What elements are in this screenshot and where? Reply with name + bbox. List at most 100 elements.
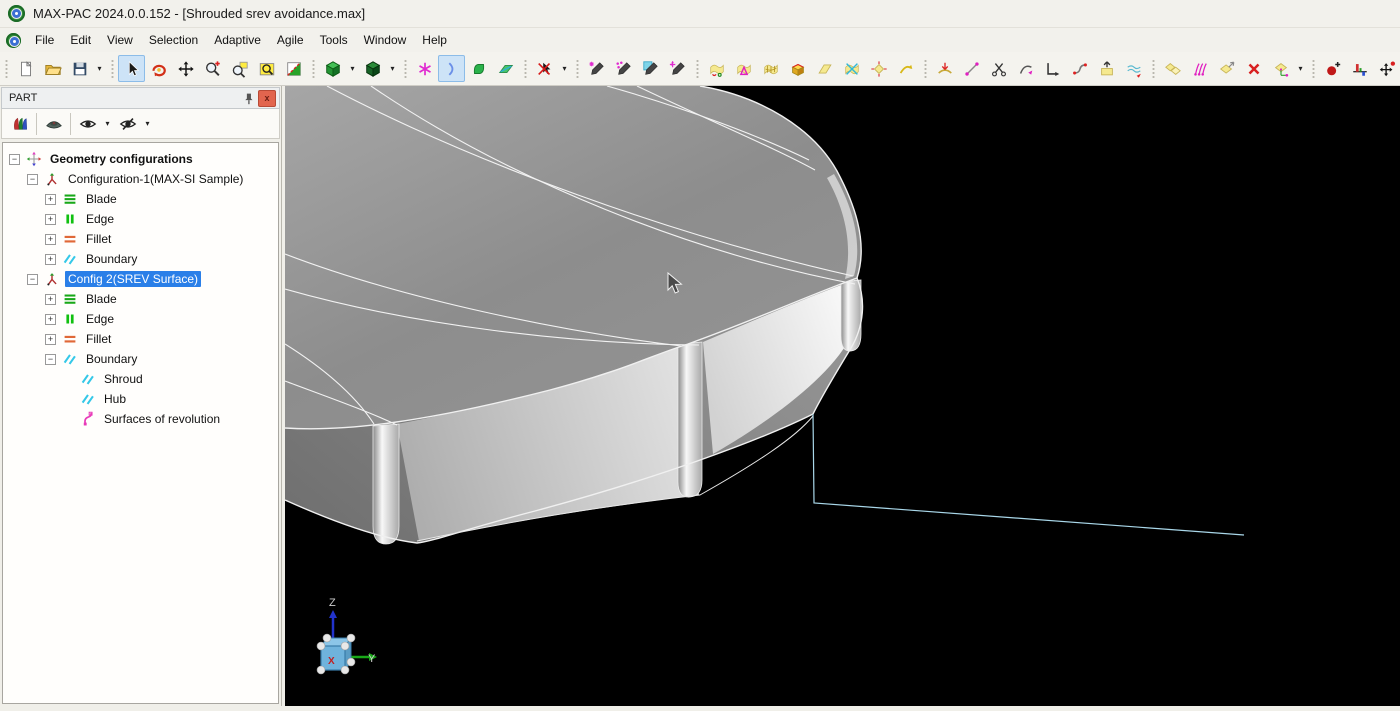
tree-item-hub[interactable]: Hub [3, 389, 278, 409]
zoom-fit-button[interactable] [253, 55, 280, 82]
sheet-options[interactable]: ▾ [1294, 55, 1307, 82]
create-surface-button[interactable] [465, 55, 492, 82]
tree-item-config-2-srev-surface[interactable]: − Config 2(SREV Surface) [3, 269, 278, 289]
toolbar-group-handle[interactable] [575, 58, 580, 80]
create-plane-button[interactable] [492, 55, 519, 82]
hide-entities-options[interactable]: ▾ [141, 110, 154, 137]
tree-item-label[interactable]: Shroud [101, 371, 146, 387]
tree-item-label[interactable]: Boundary [83, 251, 140, 267]
pick-transform-button[interactable] [664, 55, 691, 82]
tree-item-blade[interactable]: + Blade [3, 289, 278, 309]
create-point-button[interactable] [411, 55, 438, 82]
menu-file[interactable]: File [27, 30, 62, 50]
tree-item-fillet[interactable]: + Fillet [3, 329, 278, 349]
save-file-button[interactable] [66, 55, 93, 82]
expand-toggle-icon[interactable]: + [45, 214, 56, 225]
zoom-window-button[interactable] [226, 55, 253, 82]
measure-line-button[interactable] [958, 55, 985, 82]
tree-item-edge[interactable]: + Edge [3, 209, 278, 229]
curve-network-button[interactable] [1186, 55, 1213, 82]
surface-box-button[interactable] [784, 55, 811, 82]
tree-item-label[interactable]: Boundary [83, 351, 140, 367]
corner-tool-button[interactable] [1039, 55, 1066, 82]
expand-toggle-icon[interactable]: + [45, 194, 56, 205]
menu-window[interactable]: Window [356, 30, 415, 50]
tree-item-label[interactable]: Fillet [83, 231, 114, 247]
tree-item-shroud[interactable]: Shroud [3, 369, 278, 389]
tree-item-label[interactable]: Configuration-1(MAX-SI Sample) [65, 171, 246, 187]
sheet-axes-button[interactable] [1267, 55, 1294, 82]
tree-item-boundary[interactable]: + Boundary [3, 249, 278, 269]
toolbar-group-handle[interactable] [923, 58, 928, 80]
tree-item-label[interactable]: Blade [83, 191, 120, 207]
create-curve-button[interactable] [438, 55, 465, 82]
sheet-move-button[interactable] [1213, 55, 1240, 82]
expand-toggle-icon[interactable]: + [45, 294, 56, 305]
iso-view-cube-button[interactable] [319, 55, 346, 82]
flow-cut-button[interactable] [931, 55, 958, 82]
toolbar-group-handle[interactable] [403, 58, 408, 80]
toolbar-group-handle[interactable] [110, 58, 115, 80]
tree-item-label[interactable]: Fillet [83, 331, 114, 347]
shaded-view-cube-button[interactable] [359, 55, 386, 82]
3d-viewport[interactable]: X Z Y [285, 86, 1400, 706]
show-entities-button[interactable] [74, 110, 101, 137]
menu-selection[interactable]: Selection [141, 30, 206, 50]
pick-point-button[interactable] [583, 55, 610, 82]
toolbar-group-handle[interactable] [4, 58, 9, 80]
sheet-pair-button[interactable] [1159, 55, 1186, 82]
tree-item-edge[interactable]: + Edge [3, 309, 278, 329]
collapse-toggle-icon[interactable]: − [9, 154, 20, 165]
zoom-in-button[interactable] [199, 55, 226, 82]
toolbar-group-handle[interactable] [1151, 58, 1156, 80]
collapse-toggle-icon[interactable]: − [27, 274, 38, 285]
tree-item-label[interactable]: Config 2(SREV Surface) [65, 271, 201, 287]
rotate-view-button[interactable] [145, 55, 172, 82]
expand-toggle-icon[interactable]: + [45, 334, 56, 345]
surface-bend-button[interactable] [892, 55, 919, 82]
move-point-button[interactable] [1373, 55, 1400, 82]
tree-item-configuration-1-max-si-sample[interactable]: − Configuration-1(MAX-SI Sample) [3, 169, 278, 189]
show-disc-button[interactable] [40, 110, 67, 137]
surface-cross-button[interactable] [838, 55, 865, 82]
document-icon[interactable] [6, 33, 21, 48]
expand-toggle-icon[interactable]: + [45, 314, 56, 325]
datum-bars-button[interactable] [1346, 55, 1373, 82]
tree-item-fillet[interactable]: + Fillet [3, 229, 278, 249]
deselect-all-button[interactable] [531, 55, 558, 82]
close-panel-button[interactable]: x [258, 90, 276, 107]
tree-item-label[interactable]: Hub [101, 391, 129, 407]
menu-help[interactable]: Help [414, 30, 455, 50]
toolbar-group-handle[interactable] [311, 58, 316, 80]
tree-item-geometry-configurations[interactable]: − Geometry configurations [3, 149, 278, 169]
tree-item-label[interactable]: Blade [83, 291, 120, 307]
tree-item-label[interactable]: Geometry configurations [47, 151, 196, 167]
new-file-button[interactable] [12, 55, 39, 82]
pin-icon[interactable] [240, 91, 256, 106]
expand-toggle-icon[interactable]: + [45, 234, 56, 245]
add-point-button[interactable] [1319, 55, 1346, 82]
tree-item-label[interactable]: Edge [83, 311, 117, 327]
menu-agile[interactable]: Agile [269, 30, 312, 50]
tree-item-surfaces-of-revolution[interactable]: Surfaces of revolution [3, 409, 278, 429]
trim-curve-button[interactable] [985, 55, 1012, 82]
shaded-view-options[interactable]: ▾ [386, 55, 399, 82]
tree-item-label[interactable]: Edge [83, 211, 117, 227]
surface-expand-button[interactable] [865, 55, 892, 82]
toolbar-group-handle[interactable] [523, 58, 528, 80]
open-file-button[interactable] [39, 55, 66, 82]
extend-surface-button[interactable] [1093, 55, 1120, 82]
edit-curve-button[interactable] [1012, 55, 1039, 82]
tree-item-label[interactable]: Surfaces of revolution [101, 411, 223, 427]
collapse-toggle-icon[interactable]: − [27, 174, 38, 185]
clipping-plane-button[interactable] [280, 55, 307, 82]
smooth-curve-button[interactable] [1066, 55, 1093, 82]
pick-face-button[interactable] [637, 55, 664, 82]
surface-uv-button[interactable] [703, 55, 730, 82]
toolbar-group-handle[interactable] [695, 58, 700, 80]
tree-item-blade[interactable]: + Blade [3, 189, 278, 209]
select-mode-button[interactable] [118, 55, 145, 82]
expand-toggle-icon[interactable]: + [45, 254, 56, 265]
delete-entity-button[interactable] [1240, 55, 1267, 82]
surface-mesh-button[interactable] [757, 55, 784, 82]
